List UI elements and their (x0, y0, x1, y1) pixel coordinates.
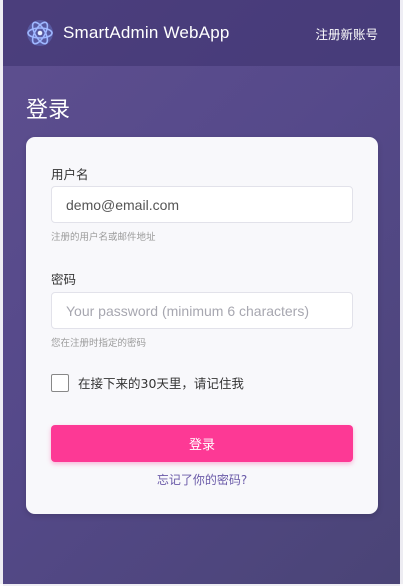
brand-name[interactable]: SmartAdmin WebApp (63, 23, 230, 43)
register-link[interactable]: 注册新账号 (315, 24, 378, 43)
atom-logo-icon[interactable] (25, 18, 55, 48)
username-label: 用户名 (51, 167, 89, 182)
top-header: SmartAdmin WebApp 注册新账号 (3, 0, 400, 66)
login-card: 用户名 注册的用户名或邮件地址 密码 您在注册时指定的密码 在接下来的30天里，… (26, 137, 378, 514)
window-edge-left (0, 0, 3, 586)
forgot-password-link[interactable]: 忘记了你的密码? (26, 471, 378, 488)
password-input[interactable] (51, 292, 353, 329)
password-label: 密码 (51, 272, 77, 287)
remember-me-row[interactable]: 在接下来的30天里，请记住我 (51, 373, 244, 392)
password-help-text: 您在注册时指定的密码 (51, 338, 147, 349)
username-help-text: 注册的用户名或邮件地址 (51, 232, 156, 243)
remember-me-checkbox[interactable] (51, 373, 69, 392)
login-button[interactable]: 登录 (51, 425, 353, 462)
remember-me-label[interactable]: 在接下来的30天里，请记住我 (78, 373, 244, 392)
username-input[interactable] (51, 186, 353, 223)
page-title: 登录 (26, 98, 71, 123)
